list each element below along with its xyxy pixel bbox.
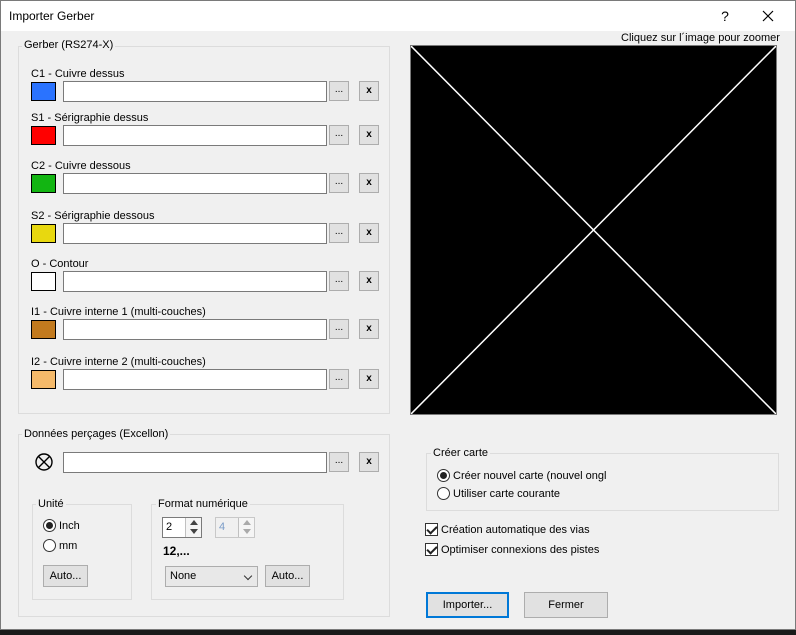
layer-clear-button[interactable]: x: [359, 81, 379, 101]
drill-clear-button[interactable]: x: [359, 452, 379, 472]
layer-file-input[interactable]: [63, 81, 327, 102]
spin-down-icon[interactable]: [190, 529, 198, 534]
current-board-radio[interactable]: [437, 487, 450, 500]
auto-vias-label: Création automatique des vias: [441, 524, 590, 536]
optimize-tracks-label: Optimiser connexions des pistes: [441, 544, 600, 556]
layer-label: I1 - Cuivre interne 1 (multi-couches): [31, 306, 206, 318]
import-button[interactable]: Importer...: [426, 592, 509, 618]
layer-clear-button[interactable]: x: [359, 369, 379, 389]
layer-file-input[interactable]: [63, 271, 327, 292]
layer-label: C1 - Cuivre dessus: [31, 68, 125, 80]
layer-label: O - Contour: [31, 258, 89, 270]
layer-clear-button[interactable]: x: [359, 319, 379, 339]
drill-file-input[interactable]: [63, 452, 327, 473]
layer-file-input[interactable]: [63, 125, 327, 146]
layer-color-swatch[interactable]: [31, 272, 56, 291]
layer-color-swatch[interactable]: [31, 174, 56, 193]
integer-digits-spinner[interactable]: 2: [162, 517, 202, 538]
preview-hint: Cliquez sur l´image pour zoomer: [621, 32, 780, 44]
layer-file-input[interactable]: [63, 369, 327, 390]
layer-browse-button[interactable]: ...: [329, 319, 349, 339]
empty-preview-cross: [410, 45, 777, 415]
spin-up-icon[interactable]: [190, 520, 198, 525]
layer-file-input[interactable]: [63, 173, 327, 194]
layer-label: S2 - Sérigraphie dessous: [31, 210, 155, 222]
create-group: [426, 453, 779, 511]
layer-label: S1 - Sérigraphie dessus: [31, 112, 149, 124]
layer-clear-button[interactable]: x: [359, 223, 379, 243]
create-group-title: Créer carte: [431, 447, 491, 459]
layer-browse-button[interactable]: ...: [329, 125, 349, 145]
auto-vias-checkbox[interactable]: [425, 523, 438, 536]
board-preview[interactable]: [410, 45, 777, 415]
layer-color-swatch[interactable]: [31, 370, 56, 389]
unit-mm-label: mm: [59, 540, 78, 552]
title-bar: Importer Gerber ?: [1, 1, 795, 31]
layer-color-swatch[interactable]: [31, 82, 56, 101]
unit-auto-button[interactable]: Auto...: [43, 565, 88, 587]
new-board-label: Créer nouvel carte (nouvel onglet): [453, 470, 607, 482]
drill-browse-button[interactable]: ...: [329, 452, 349, 472]
drill-icon: [35, 453, 53, 471]
window-title: Importer Gerber: [9, 9, 95, 23]
help-button[interactable]: ?: [711, 3, 739, 29]
layer-label: C2 - Cuivre dessous: [31, 160, 131, 172]
integer-digits-value: 2: [166, 521, 173, 533]
layer-browse-button[interactable]: ...: [329, 173, 349, 193]
unit-inch-label: Inch: [59, 520, 80, 532]
spin-up-icon: [243, 520, 251, 525]
format-auto-button[interactable]: Auto...: [265, 565, 310, 587]
close-icon: [762, 10, 774, 22]
layer-browse-button[interactable]: ...: [329, 271, 349, 291]
zeros-select[interactable]: None: [165, 566, 258, 587]
spin-down-icon: [243, 529, 251, 534]
format-example: 12,...: [163, 544, 190, 558]
layer-file-input[interactable]: [63, 319, 327, 340]
layer-clear-button[interactable]: x: [359, 271, 379, 291]
close-dialog-button[interactable]: Fermer: [524, 592, 608, 618]
current-board-label: Utiliser carte courante: [453, 488, 560, 500]
layer-label: I2 - Cuivre interne 2 (multi-couches): [31, 356, 206, 368]
layer-file-input[interactable]: [63, 223, 327, 244]
layer-color-swatch[interactable]: [31, 320, 56, 339]
format-group-title: Format numérique: [156, 498, 250, 510]
close-button[interactable]: [751, 3, 785, 29]
drill-group-title: Données perçages (Excellon): [22, 428, 171, 440]
zeros-select-value: None: [170, 570, 197, 582]
layer-browse-button[interactable]: ...: [329, 81, 349, 101]
decimal-digits-spinner: 4: [215, 517, 255, 538]
unit-mm-radio[interactable]: [43, 539, 56, 552]
import-gerber-dialog: Importer Gerber ? Gerber (RS274-X) C1 - …: [0, 0, 796, 630]
layer-color-swatch[interactable]: [31, 126, 56, 145]
gerber-group-title: Gerber (RS274-X): [22, 39, 116, 51]
layer-clear-button[interactable]: x: [359, 125, 379, 145]
new-board-radio[interactable]: [437, 469, 450, 482]
chevron-down-icon: [243, 571, 253, 581]
unit-inch-radio[interactable]: [43, 519, 56, 532]
optimize-tracks-checkbox[interactable]: [425, 543, 438, 556]
layer-clear-button[interactable]: x: [359, 173, 379, 193]
unit-group-title: Unité: [36, 498, 66, 510]
layer-browse-button[interactable]: ...: [329, 223, 349, 243]
decimal-digits-value: 4: [219, 521, 226, 533]
layer-browse-button[interactable]: ...: [329, 369, 349, 389]
layer-color-swatch[interactable]: [31, 224, 56, 243]
